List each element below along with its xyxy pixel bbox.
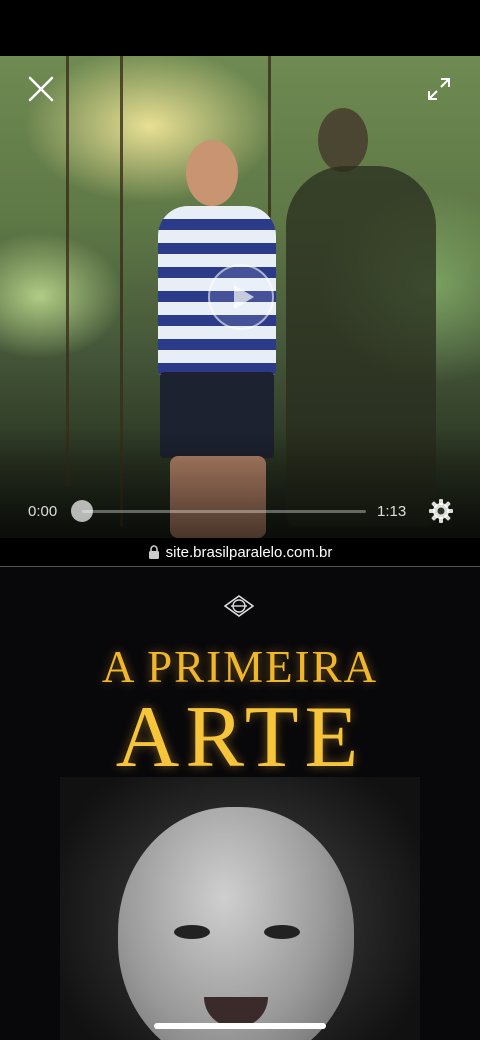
home-indicator[interactable] bbox=[154, 1023, 326, 1029]
performer-head bbox=[186, 140, 238, 206]
expand-icon bbox=[428, 78, 450, 100]
play-button[interactable] bbox=[208, 264, 274, 330]
headline-line-2: ARTE bbox=[115, 689, 365, 786]
baby-portrait bbox=[118, 807, 354, 1040]
brasil-paralelo-logo bbox=[224, 595, 254, 617]
fullscreen-button[interactable] bbox=[426, 76, 452, 102]
close-button[interactable] bbox=[26, 74, 56, 104]
play-icon bbox=[234, 285, 254, 309]
crowd-silhouette bbox=[0, 428, 480, 538]
promo-banner: A PRIMEIRA ARTE bbox=[0, 567, 480, 1040]
status-bar bbox=[0, 0, 480, 56]
total-duration: 1:13 bbox=[377, 503, 407, 520]
url-text: site.brasilparalelo.com.br bbox=[165, 543, 333, 561]
baby-eye bbox=[264, 925, 300, 939]
progress-bar[interactable] bbox=[82, 510, 366, 513]
settings-button[interactable] bbox=[428, 498, 454, 524]
stage-cable bbox=[66, 56, 69, 486]
baby-eye bbox=[174, 925, 210, 939]
current-time: 0:00 bbox=[28, 503, 58, 520]
progress-scrubber[interactable] bbox=[71, 500, 93, 522]
gear-icon bbox=[429, 499, 453, 523]
close-icon bbox=[28, 76, 54, 102]
performer-background-head bbox=[318, 108, 368, 172]
video-player[interactable] bbox=[0, 56, 480, 538]
lock-icon bbox=[148, 545, 159, 559]
headline-line-1: A PRIMEIRA bbox=[101, 642, 379, 692]
address-bar[interactable]: site.brasilparalelo.com.br bbox=[0, 538, 480, 566]
